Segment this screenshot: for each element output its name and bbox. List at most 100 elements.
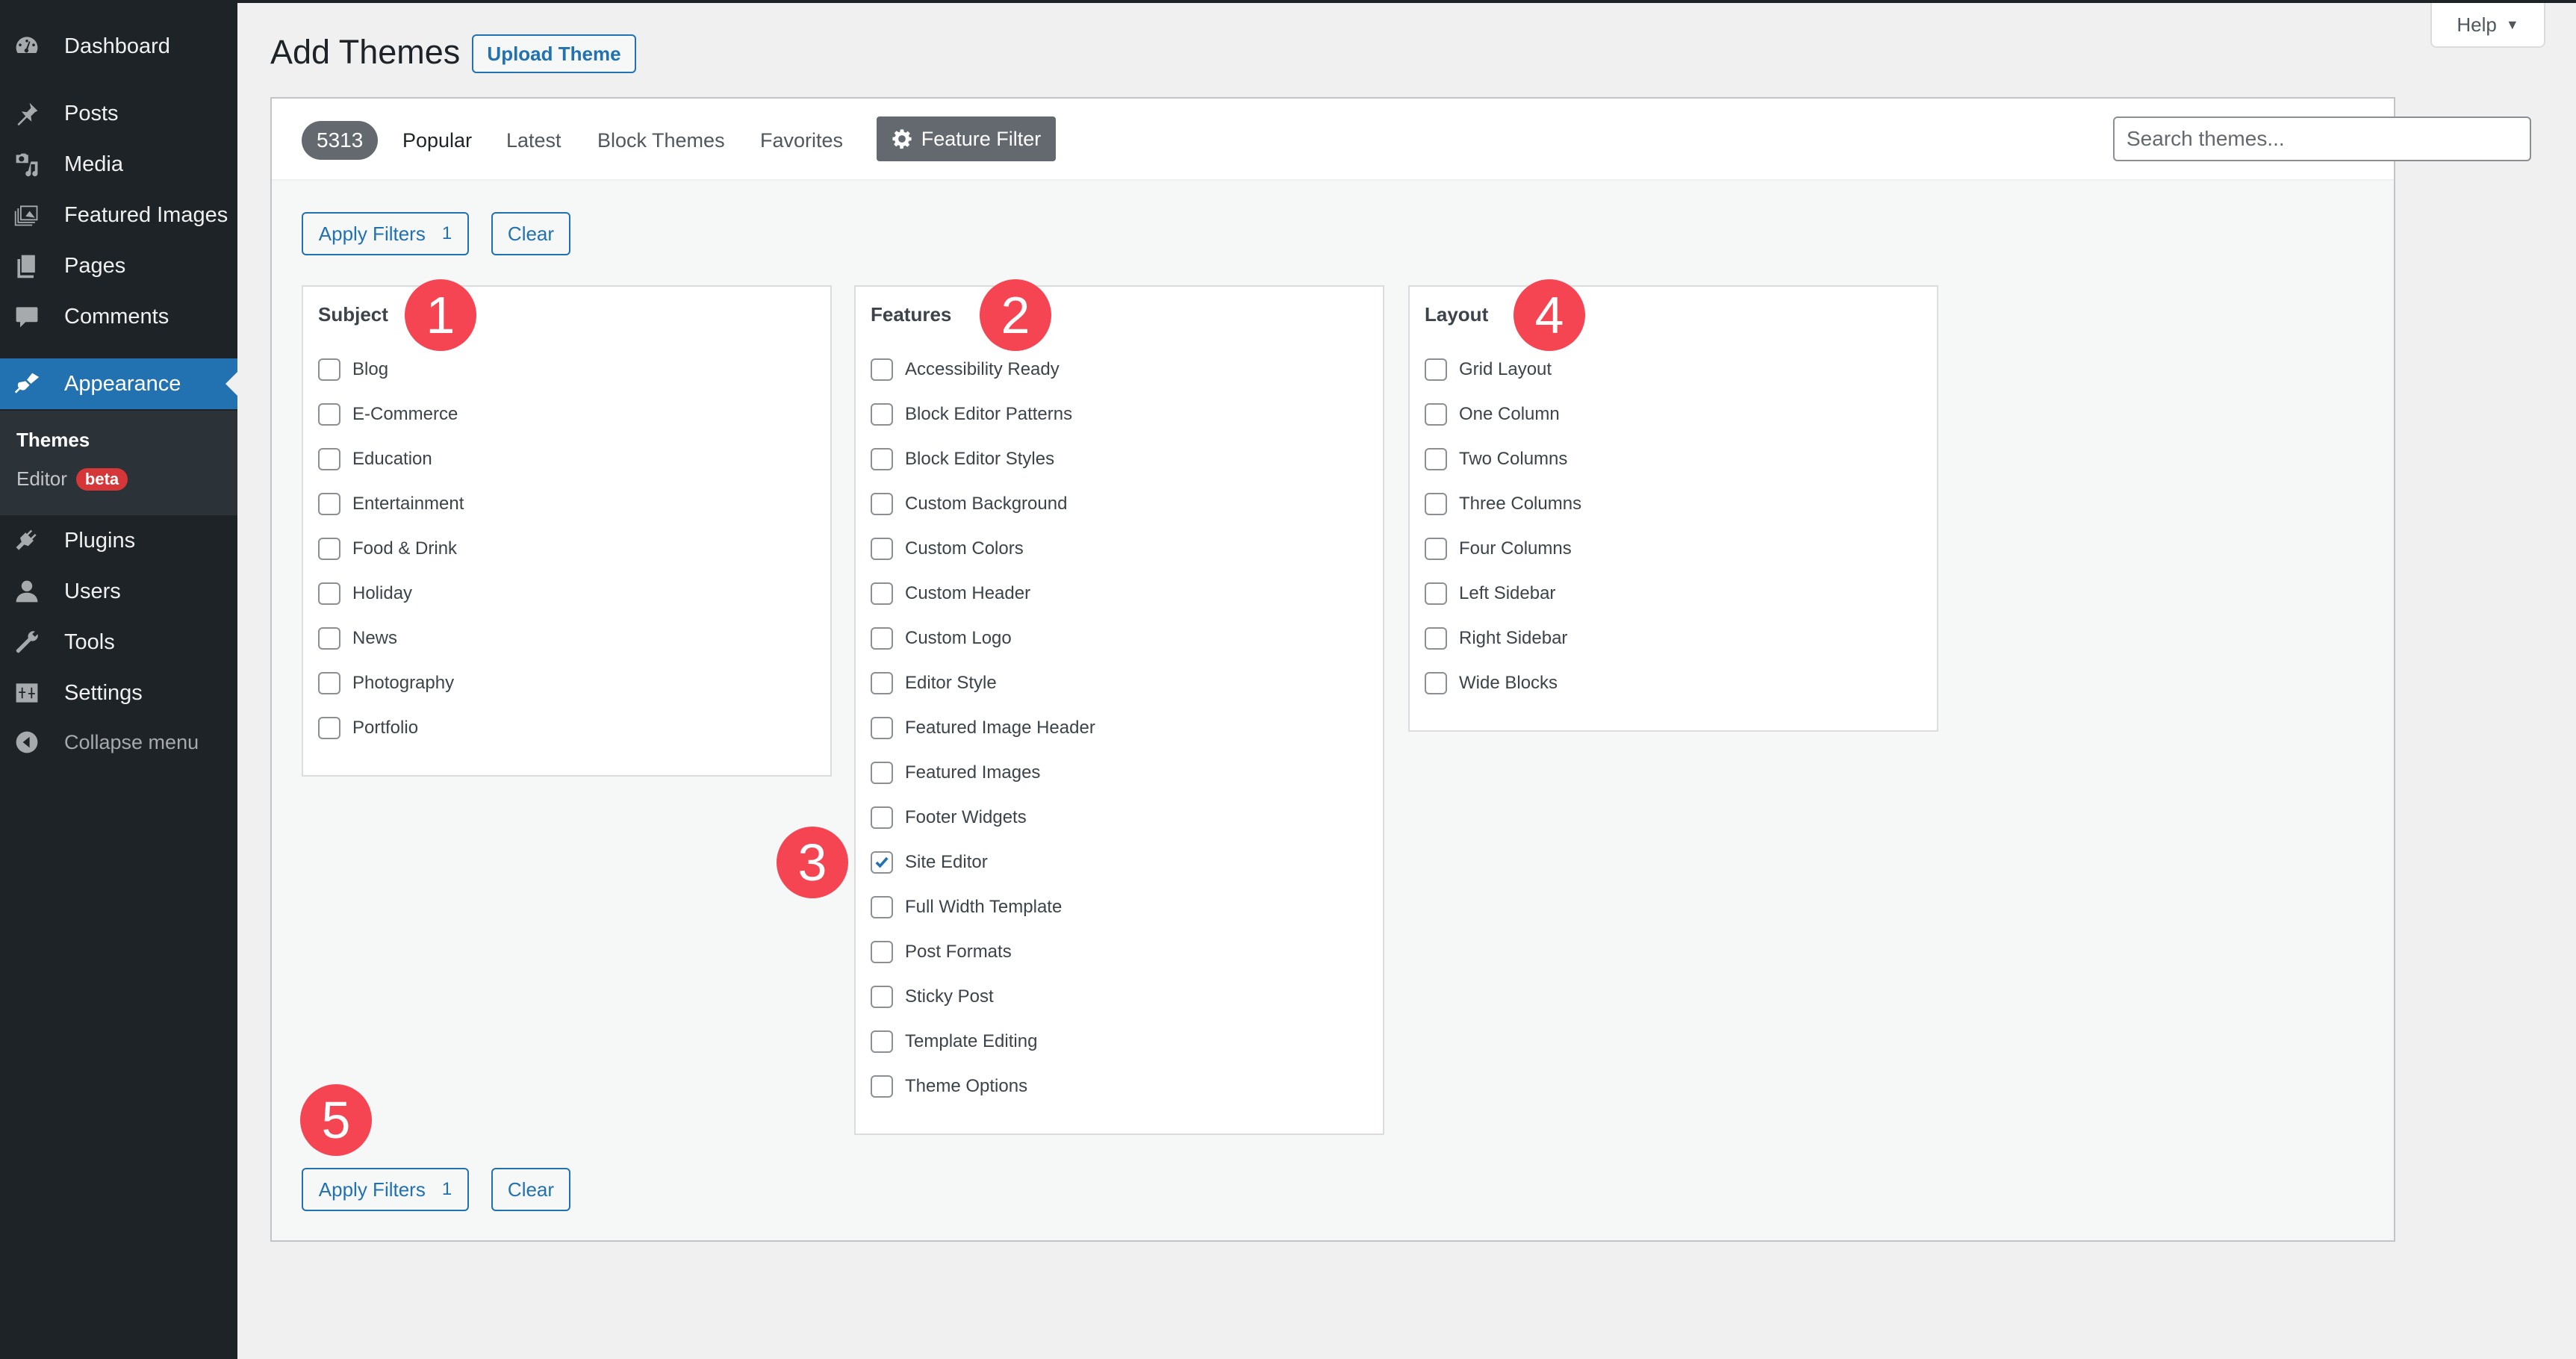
checkbox[interactable] [871, 403, 893, 426]
tab-latest[interactable]: Latest [506, 121, 561, 160]
checkbox[interactable] [871, 627, 893, 650]
tab-popular[interactable]: Popular [402, 121, 472, 160]
sidebar-item-tools[interactable]: Tools [0, 617, 237, 668]
sidebar-item-comments[interactable]: Comments [0, 291, 237, 342]
sidebar-item-pages[interactable]: Pages [0, 240, 237, 291]
checkbox[interactable] [318, 538, 340, 560]
checkbox[interactable] [1425, 358, 1447, 381]
checkbox[interactable] [871, 717, 893, 739]
checkbox[interactable] [318, 493, 340, 515]
checkbox[interactable] [871, 582, 893, 605]
tab-favorites[interactable]: Favorites [760, 121, 843, 160]
filter-option[interactable]: Editor Style [871, 672, 997, 694]
sidebar-item-media[interactable]: Media [0, 139, 237, 190]
checkbox[interactable] [871, 896, 893, 918]
checkbox[interactable] [871, 806, 893, 829]
filter-option[interactable]: Full Width Template [871, 896, 1062, 918]
checkbox[interactable] [1425, 403, 1447, 426]
filter-group-features: Features Accessibility Ready Block Editor… [854, 285, 1384, 1135]
collapse-menu-button[interactable]: Collapse menu [0, 717, 237, 768]
checkbox[interactable] [871, 986, 893, 1008]
clear-filters-button[interactable]: Clear [491, 212, 570, 255]
filter-option[interactable]: Template Editing [871, 1030, 1037, 1053]
filter-option[interactable]: News [318, 627, 397, 650]
checkbox[interactable] [871, 941, 893, 963]
checkbox[interactable] [318, 717, 340, 739]
sidebar-item-featured-images[interactable]: Featured Images [0, 190, 237, 240]
checkbox[interactable] [1425, 627, 1447, 650]
filter-option[interactable]: Holiday [318, 582, 412, 605]
checkbox[interactable] [871, 1075, 893, 1098]
apply-filters-button-bottom[interactable]: Apply Filters 1 [302, 1168, 469, 1211]
filter-option[interactable]: Grid Layout [1425, 358, 1552, 381]
filter-option[interactable]: Sticky Post [871, 986, 994, 1008]
checkbox[interactable] [1425, 538, 1447, 560]
sidebar-item-settings[interactable]: Settings [0, 668, 237, 718]
checkbox[interactable] [1425, 582, 1447, 605]
filter-option[interactable]: Featured Image Header [871, 717, 1095, 739]
filter-option[interactable]: Custom Header [871, 582, 1030, 605]
filter-option[interactable]: Food & Drink [318, 538, 457, 560]
clear-filters-button-bottom[interactable]: Clear [491, 1168, 570, 1211]
filter-option[interactable]: Right Sidebar [1425, 627, 1567, 650]
filter-option[interactable]: Custom Colors [871, 538, 1024, 560]
filter-option[interactable]: Custom Logo [871, 627, 1012, 650]
filter-option[interactable]: Left Sidebar [1425, 582, 1555, 605]
filter-option[interactable]: Two Columns [1425, 448, 1567, 470]
checkbox[interactable] [318, 403, 340, 426]
checkbox[interactable] [871, 493, 893, 515]
wrench-icon [12, 627, 42, 657]
filter-option[interactable]: Entertainment [318, 493, 464, 515]
submenu-item-editor[interactable]: Editor beta [16, 467, 128, 491]
apply-filters-button[interactable]: Apply Filters 1 [302, 212, 469, 255]
checkbox[interactable] [318, 582, 340, 605]
filter-option[interactable]: Three Columns [1425, 493, 1581, 515]
checkbox[interactable] [871, 1030, 893, 1053]
filter-option[interactable]: Featured Images [871, 762, 1040, 784]
sidebar-item-users[interactable]: Users [0, 566, 237, 617]
submenu-item-themes[interactable]: Themes [16, 429, 90, 452]
filter-option[interactable]: Block Editor Patterns [871, 403, 1072, 426]
filter-option[interactable]: Wide Blocks [1425, 672, 1558, 694]
sidebar-item-appearance[interactable]: Appearance [0, 358, 237, 409]
feature-filter-button[interactable]: Feature Filter [877, 116, 1056, 161]
checkbox[interactable] [318, 358, 340, 381]
filter-option[interactable]: One Column [1425, 403, 1560, 426]
checkbox[interactable] [871, 672, 893, 694]
filter-option[interactable]: Footer Widgets [871, 806, 1027, 829]
filter-option-label: Blog [352, 359, 389, 379]
checkbox[interactable] [871, 538, 893, 560]
filter-option[interactable]: Custom Background [871, 493, 1067, 515]
filter-option[interactable]: Accessibility Ready [871, 358, 1060, 381]
filter-option[interactable]: Education [318, 448, 432, 470]
filter-option[interactable]: Post Formats [871, 941, 1012, 963]
checkbox-checked[interactable] [871, 851, 893, 874]
filter-option-label: Featured Images [905, 762, 1041, 783]
annotation-badge-5: 5 [300, 1084, 372, 1156]
filter-option[interactable]: Portfolio [318, 717, 418, 739]
checkbox[interactable] [871, 358, 893, 381]
checkbox[interactable] [1425, 493, 1447, 515]
filter-option[interactable]: Four Columns [1425, 538, 1572, 560]
filter-option[interactable]: Block Editor Styles [871, 448, 1054, 470]
tab-block-themes[interactable]: Block Themes [597, 121, 725, 160]
help-button[interactable]: Help ▼ [2430, 3, 2545, 48]
filter-option[interactable]: Theme Options [871, 1075, 1027, 1098]
checkbox[interactable] [318, 672, 340, 694]
checkbox[interactable] [318, 627, 340, 650]
upload-theme-button[interactable]: Upload Theme [472, 34, 636, 73]
filter-option[interactable]: Blog [318, 358, 388, 381]
checkbox[interactable] [1425, 448, 1447, 470]
sidebar-item-dashboard[interactable]: Dashboard [0, 21, 237, 72]
checkbox[interactable] [871, 762, 893, 784]
sidebar-item-posts[interactable]: Posts [0, 88, 237, 139]
filter-option[interactable]: Photography [318, 672, 454, 694]
search-themes-input[interactable] [2113, 116, 2531, 161]
sidebar-item-plugins[interactable]: Plugins [0, 515, 237, 566]
pin-icon [12, 99, 42, 128]
checkbox[interactable] [1425, 672, 1447, 694]
checkbox[interactable] [318, 448, 340, 470]
filter-option[interactable]: E-Commerce [318, 403, 458, 426]
filter-option[interactable]: Site Editor [871, 851, 988, 874]
checkbox[interactable] [871, 448, 893, 470]
